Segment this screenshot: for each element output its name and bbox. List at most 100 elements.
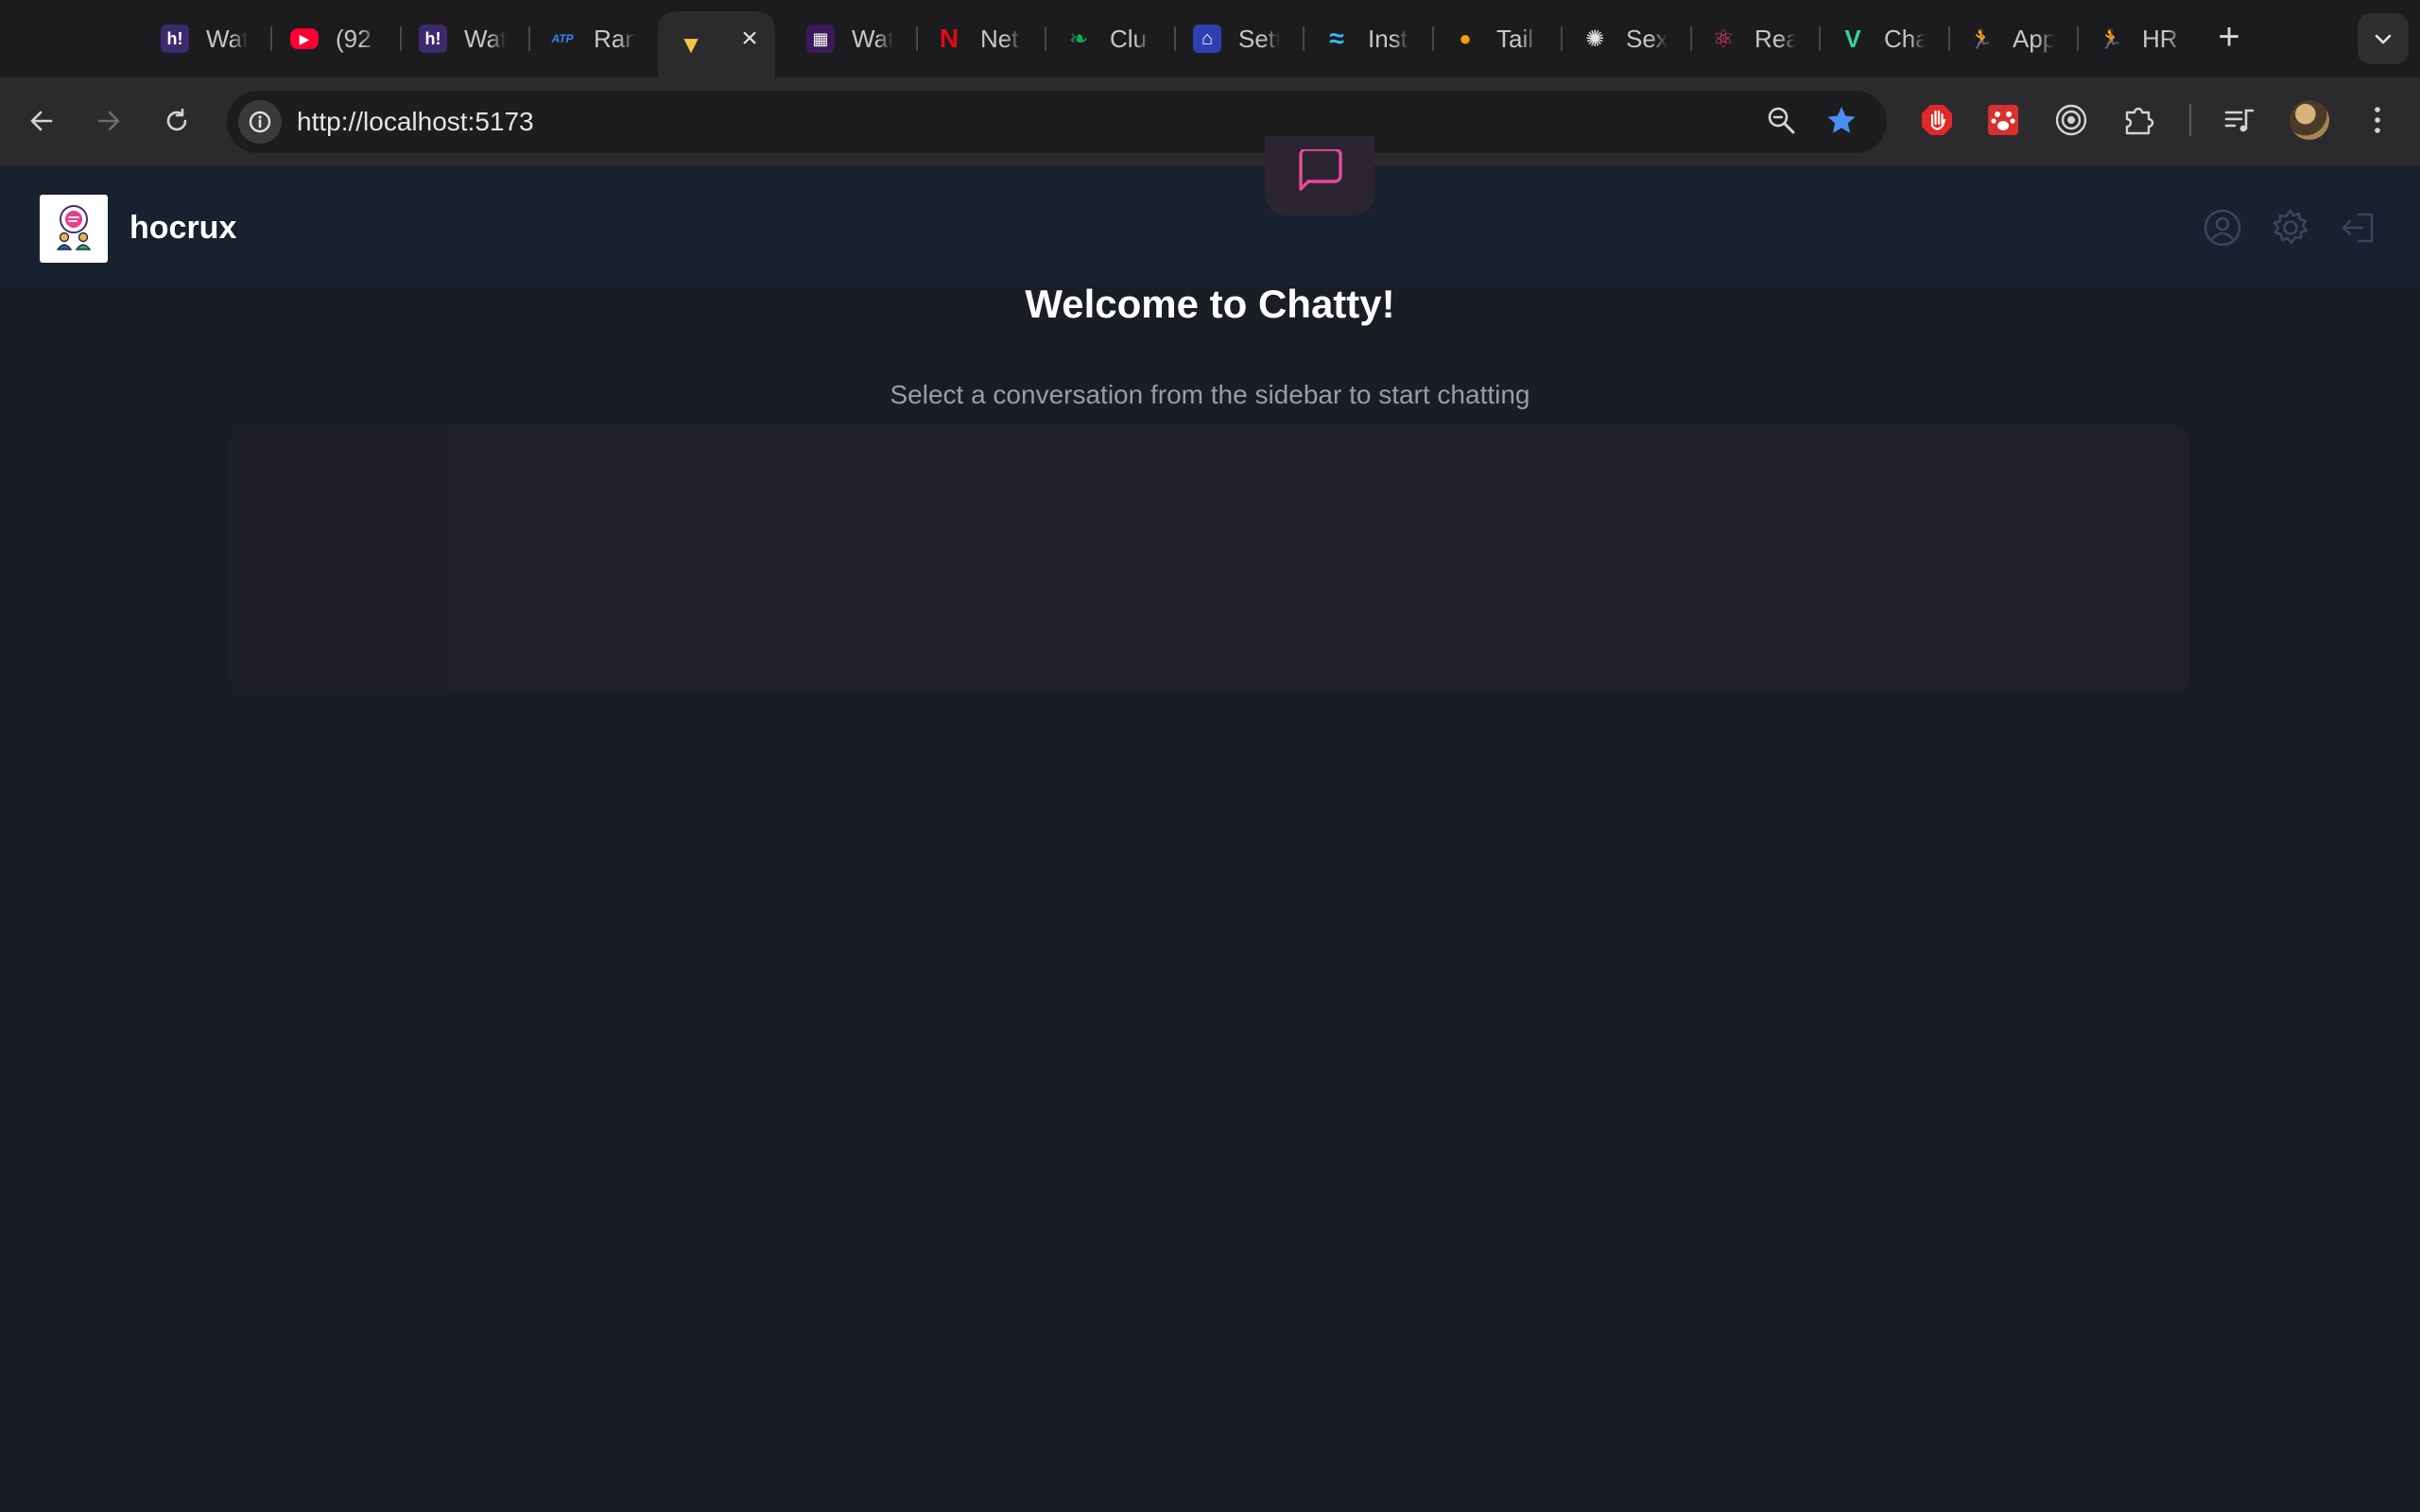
- arrow-left-icon: [30, 111, 53, 131]
- chat-icon-badge: [1265, 136, 1374, 215]
- zoom-button[interactable]: [1764, 103, 1800, 144]
- browser-tab[interactable]: ≈ Inst: [1322, 13, 1426, 64]
- browser-toolbar: http://localhost:5173: [0, 77, 2420, 166]
- tab-title: Wat: [852, 24, 893, 53]
- browser-tab[interactable]: V Cha: [1839, 13, 1943, 64]
- hackerearth-icon: h!: [161, 25, 189, 53]
- chevron-down-icon: [2375, 34, 2392, 44]
- vuetify-icon: V: [1839, 25, 1867, 53]
- toolbar-divider: [2189, 104, 2191, 136]
- app-logo-icon: [56, 205, 92, 250]
- browser-tab[interactable]: ● Tail: [1451, 13, 1555, 64]
- tab-separator: [1045, 26, 1046, 51]
- browser-tab[interactable]: ⌂ Sett: [1193, 13, 1297, 64]
- runner-icon: 🏃: [2097, 25, 2125, 53]
- tab-title: Inst: [1368, 24, 1408, 53]
- logout-icon: [2342, 213, 2374, 243]
- kebab-menu-icon: [2375, 107, 2380, 133]
- tab-title: Net: [980, 24, 1019, 53]
- tab-separator: [2077, 26, 2079, 51]
- browser-tab[interactable]: 🏃 App: [1967, 13, 2071, 64]
- profile-button[interactable]: [2201, 206, 2244, 249]
- forward-button[interactable]: [86, 98, 131, 144]
- hackerearth-icon: h!: [419, 25, 447, 53]
- tailwind-icon: ≈: [1322, 24, 1351, 53]
- browser-tab[interactable]: N Net: [935, 13, 1039, 64]
- site-info-button[interactable]: [238, 100, 282, 144]
- atp-icon: ATP: [548, 25, 577, 53]
- tab-title: HR: [2142, 24, 2178, 53]
- browser-tab[interactable]: h! Wat: [419, 13, 523, 64]
- person-icon: ●: [1451, 25, 1479, 53]
- react-icon: ⚛: [1709, 25, 1737, 53]
- browser-tab[interactable]: ATP Ran: [548, 13, 652, 64]
- sidebar: [229, 425, 448, 694]
- tab-search-button[interactable]: [2358, 13, 2409, 64]
- info-icon: [249, 111, 271, 133]
- tab-separator: [1948, 26, 1950, 51]
- tab-title: Ran: [594, 24, 635, 53]
- target-extension-button[interactable]: [2049, 98, 2093, 142]
- app-navbar: hocrux: [0, 166, 2420, 287]
- youtube-icon: ▶: [290, 28, 319, 49]
- tab-separator: [916, 26, 918, 51]
- mongodb-leaf-icon: ❧: [1064, 25, 1093, 53]
- tab-separator: [1690, 26, 1692, 51]
- star-icon: [1827, 107, 1856, 133]
- vite-icon: ▼: [677, 30, 705, 59]
- browser-menu-button[interactable]: [2356, 98, 2399, 142]
- openai-icon: ✺: [1581, 25, 1609, 53]
- back-button[interactable]: [19, 98, 64, 144]
- tab-title: Clu: [1110, 24, 1148, 53]
- tab-title: Rea: [1754, 24, 1796, 53]
- app-logo[interactable]: [40, 195, 108, 263]
- tab-separator: [1174, 26, 1176, 51]
- browser-tab[interactable]: ❧ Clu: [1064, 13, 1168, 64]
- tab-separator: [1303, 26, 1305, 51]
- browser-tab[interactable]: h! Wat: [161, 13, 265, 64]
- url-text[interactable]: http://localhost:5173: [297, 107, 534, 137]
- browser-tab[interactable]: 🏃 HR: [2097, 13, 2201, 64]
- tab-title: Sex: [1626, 24, 1668, 53]
- tab-separator: [270, 26, 272, 51]
- extensions-button[interactable]: [2118, 98, 2161, 142]
- tab-separator: [1561, 26, 1563, 51]
- tab-title: Tail: [1496, 24, 1534, 53]
- browser-tab[interactable]: ⚛ Rea: [1709, 13, 1813, 64]
- new-tab-button[interactable]: +: [2210, 18, 2248, 57]
- welcome-subtitle: Select a conversation from the sidebar t…: [890, 380, 1530, 409]
- paw-extension-button[interactable]: [1981, 98, 2025, 142]
- address-bar[interactable]: http://localhost:5173: [227, 91, 1887, 153]
- paw-icon: [1988, 105, 2018, 135]
- app-name[interactable]: hocrux: [130, 210, 236, 247]
- main-content: [0, 287, 2420, 1512]
- settings-button[interactable]: [2269, 206, 2312, 249]
- message-square-icon: [1299, 149, 1342, 191]
- gear-icon: [2273, 209, 2308, 245]
- welcome-title: Welcome to Chatty!: [1025, 282, 1395, 326]
- bookmark-button[interactable]: [1823, 102, 1860, 145]
- zoom-out-icon: [1768, 107, 1795, 134]
- tab-title: Sett: [1238, 24, 1280, 53]
- puzzle-icon: [2125, 107, 2154, 135]
- browser-tab[interactable]: ✺ Sex: [1581, 13, 1685, 64]
- tab-title: Wat: [206, 24, 248, 53]
- tab-title: App: [2013, 24, 2054, 53]
- logout-button[interactable]: [2337, 206, 2380, 249]
- browser-tab[interactable]: ▶ (92: [290, 13, 394, 64]
- target-icon: [2055, 104, 2087, 136]
- tab-title: Cha: [1884, 24, 1926, 53]
- runner-icon: 🏃: [1967, 25, 1996, 53]
- browser-tab[interactable]: ▦ Wat: [806, 13, 910, 64]
- media-control-button[interactable]: [2218, 98, 2261, 142]
- user-circle-icon: [2204, 209, 2241, 247]
- adblock-extension-button[interactable]: [1915, 98, 1959, 142]
- chat-container: [229, 425, 2189, 694]
- close-tab-icon[interactable]: ×: [735, 25, 764, 53]
- playlist-music-icon: [2224, 109, 2255, 132]
- tab-separator: [528, 26, 530, 51]
- profile-avatar[interactable]: [2290, 100, 2329, 140]
- reload-button[interactable]: [154, 98, 199, 144]
- tab-separator: [1819, 26, 1821, 51]
- tab-title: (92: [336, 24, 372, 53]
